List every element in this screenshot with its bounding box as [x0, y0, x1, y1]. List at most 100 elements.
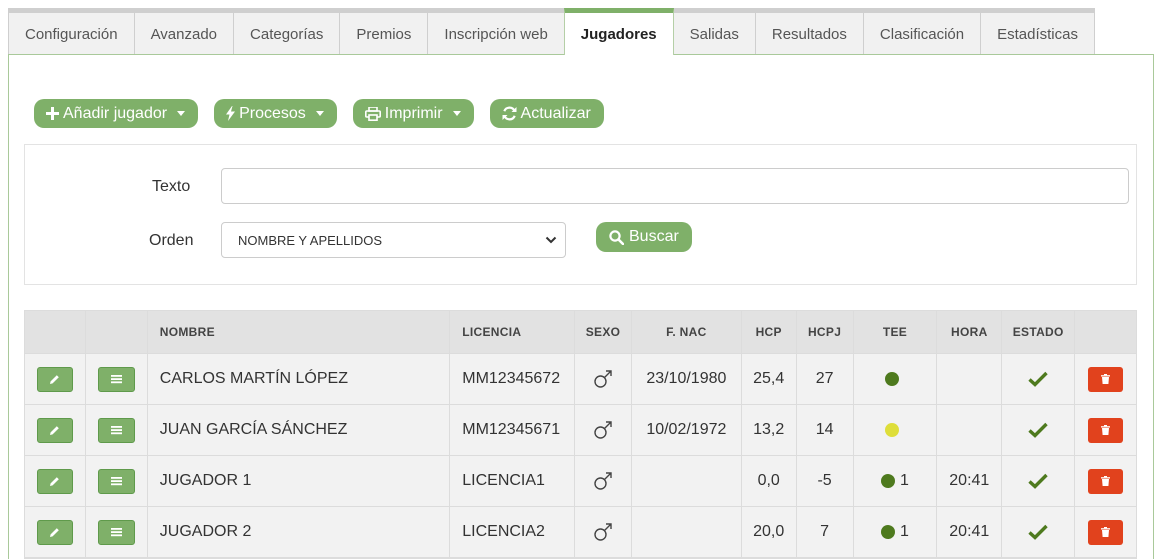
- delete-cell: [1075, 354, 1136, 404]
- header-tee[interactable]: TEE: [854, 311, 938, 353]
- print-label: Imprimir: [384, 104, 443, 122]
- edit-cell: [25, 405, 86, 455]
- search-icon: [609, 229, 624, 245]
- order-select[interactable]: NOMBRE Y APELLIDOS: [221, 222, 566, 258]
- tab-premios[interactable]: Premios: [339, 8, 429, 55]
- table-row: JUGADOR 2 LICENCIA2 20,0 7 1 20:41: [25, 507, 1136, 558]
- processes-label: Procesos: [239, 104, 306, 122]
- licencia-cell: LICENCIA2: [450, 507, 576, 557]
- text-label: Texto: [152, 178, 191, 195]
- edit-button[interactable]: [36, 417, 73, 443]
- estado-cell: [1002, 507, 1076, 557]
- licencia-cell: MM12345671: [450, 405, 576, 455]
- toolbar: Añadir jugador Procesos Imprimir Actuali…: [34, 99, 604, 128]
- row-menu-button[interactable]: [97, 417, 135, 443]
- refresh-button[interactable]: Actualizar: [489, 99, 604, 128]
- tab-resultados[interactable]: Resultados: [754, 8, 864, 55]
- table-row: JUAN GARCÍA SÁNCHEZ MM12345671 10/02/197…: [25, 405, 1136, 456]
- licencia-cell: MM12345672: [450, 354, 576, 404]
- header-nombre[interactable]: NOMBRE: [148, 311, 451, 353]
- edit-cell: [25, 507, 86, 557]
- chevron-down-icon: [545, 236, 557, 244]
- row-menu-button[interactable]: [97, 366, 135, 392]
- list-icon: [110, 477, 122, 486]
- tab-inscripcion-web[interactable]: Inscripción web: [427, 8, 565, 55]
- tee-dot-icon: [881, 525, 895, 539]
- tab-categorias[interactable]: Categorías: [233, 8, 341, 55]
- hora-cell: [937, 354, 1003, 404]
- tab-jugadores[interactable]: Jugadores: [563, 8, 674, 55]
- tab-clasificacion[interactable]: Clasificación: [862, 8, 982, 55]
- fnac-cell: [632, 456, 742, 506]
- refresh-icon: [502, 106, 517, 121]
- hcp-cell: 20,0: [742, 507, 797, 557]
- delete-button[interactable]: [1088, 468, 1124, 494]
- male-icon: [594, 370, 612, 388]
- nombre-cell: JUGADOR 2: [148, 507, 451, 557]
- search-button[interactable]: Buscar: [596, 222, 692, 252]
- hcpj-cell: 27: [797, 354, 854, 404]
- header-fnac[interactable]: F. NAC: [632, 311, 742, 353]
- nombre-cell: JUAN GARCÍA SÁNCHEZ: [148, 405, 451, 455]
- row-menu-button[interactable]: [97, 468, 135, 494]
- tee-cell: [854, 354, 938, 404]
- header-hcp[interactable]: HCP: [742, 311, 797, 353]
- tab-salidas[interactable]: Salidas: [672, 8, 756, 55]
- pencil-icon: [50, 476, 60, 486]
- pencil-icon: [50, 425, 60, 435]
- pencil-icon: [50, 527, 60, 537]
- tab-estadisticas[interactable]: Estadísticas: [980, 8, 1095, 55]
- tab-configuracion[interactable]: Configuración: [8, 8, 135, 55]
- hcpj-cell: 14: [797, 405, 854, 455]
- fnac-cell: 10/02/1972: [632, 405, 742, 455]
- sexo-cell: [575, 354, 632, 404]
- filter-panel: Texto Orden NOMBRE Y APELLIDOS Buscar: [24, 144, 1137, 285]
- delete-button[interactable]: [1088, 417, 1124, 443]
- edit-button[interactable]: [36, 519, 73, 545]
- tee-dot-icon: [885, 423, 900, 437]
- delete-cell: [1075, 507, 1136, 557]
- edit-cell: [25, 354, 86, 404]
- trash-icon: [1101, 476, 1111, 486]
- delete-button[interactable]: [1088, 366, 1124, 392]
- edit-button[interactable]: [36, 468, 73, 494]
- menu-cell: [86, 507, 148, 557]
- estado-cell: [1002, 456, 1076, 506]
- table-header-row: NOMBRE LICENCIA SEXO F. NAC HCP HCPJ TEE…: [25, 311, 1136, 354]
- bolt-icon: [226, 106, 236, 121]
- header-delete: [1075, 311, 1136, 353]
- tab-avanzado[interactable]: Avanzado: [133, 8, 235, 55]
- header-hora[interactable]: HORA: [937, 311, 1003, 353]
- tab-bar: Configuración Avanzado Categorías Premio…: [8, 8, 1095, 55]
- header-edit: [25, 311, 86, 353]
- tee-number: 1: [900, 472, 909, 489]
- delete-cell: [1075, 456, 1136, 506]
- row-menu-button[interactable]: [97, 519, 135, 545]
- tee-dot-icon: [885, 372, 900, 386]
- sexo-cell: [575, 507, 632, 557]
- fnac-cell: [632, 507, 742, 557]
- table-row: JUGADOR 1 LICENCIA1 0,0 -5 1 20:41: [25, 456, 1136, 507]
- print-button[interactable]: Imprimir: [352, 99, 474, 128]
- check-icon: [1028, 524, 1048, 540]
- edit-button[interactable]: [36, 366, 73, 392]
- processes-button[interactable]: Procesos: [214, 99, 337, 128]
- nombre-cell: CARLOS MARTÍN LÓPEZ: [148, 354, 451, 404]
- delete-button[interactable]: [1088, 519, 1124, 545]
- add-player-button[interactable]: Añadir jugador: [34, 99, 199, 128]
- licencia-cell: LICENCIA1: [450, 456, 576, 506]
- header-licencia[interactable]: LICENCIA: [450, 311, 576, 353]
- header-hcpj[interactable]: HCPJ: [797, 311, 854, 353]
- search-button-label: Buscar: [629, 228, 679, 245]
- menu-cell: [86, 354, 148, 404]
- caret-down-icon: [315, 111, 324, 116]
- male-icon: [594, 421, 612, 439]
- header-menu: [86, 311, 148, 353]
- header-estado[interactable]: ESTADO: [1002, 311, 1076, 353]
- list-icon: [110, 426, 122, 435]
- order-label: Orden: [149, 232, 194, 249]
- hora-cell: 20:41: [937, 507, 1003, 557]
- text-search-input[interactable]: [221, 168, 1129, 204]
- menu-cell: [86, 405, 148, 455]
- header-sexo[interactable]: SEXO: [575, 311, 632, 353]
